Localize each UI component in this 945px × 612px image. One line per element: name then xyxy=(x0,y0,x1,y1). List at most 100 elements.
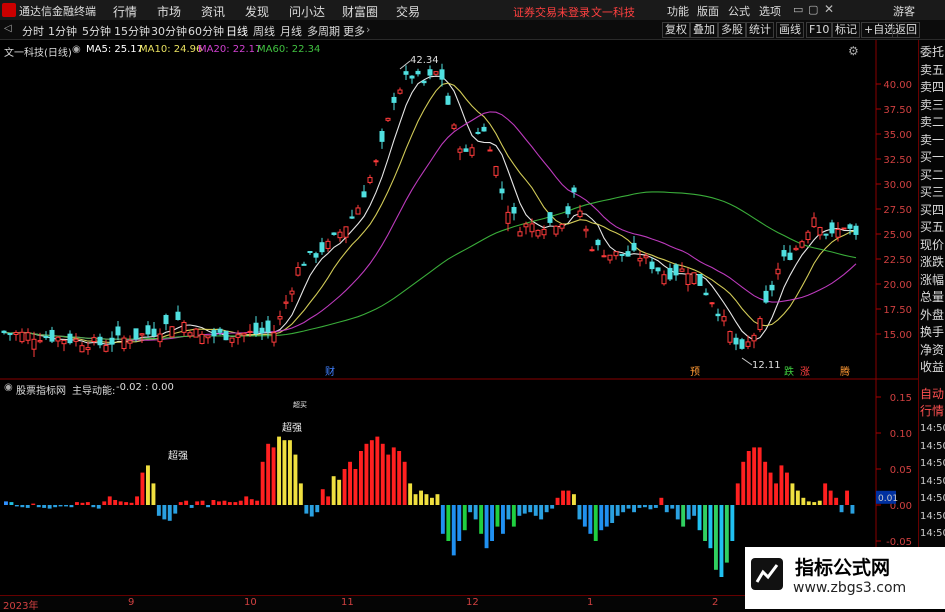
candle-body xyxy=(223,330,229,341)
restore-icon[interactable]: ▢ xyxy=(808,3,818,16)
momentum-bar xyxy=(369,440,374,505)
menu-function[interactable]: 功能 xyxy=(667,3,689,19)
candle-body xyxy=(451,124,457,129)
menu-quotes[interactable]: 行情 xyxy=(113,3,137,20)
menu-discover[interactable]: 发现 xyxy=(245,3,269,20)
stats-button[interactable]: 统计 xyxy=(746,22,774,38)
indicator-current-value: 0.01 xyxy=(878,494,898,504)
menu-formula[interactable]: 公式 xyxy=(728,3,750,19)
momentum-bar xyxy=(659,497,664,505)
back-button[interactable]: 返回 xyxy=(892,22,920,38)
sidebar-time: 14:50 xyxy=(920,458,945,469)
momentum-bar xyxy=(195,501,200,505)
menu-options[interactable]: 选项 xyxy=(759,3,781,19)
candle-body xyxy=(493,166,499,176)
momentum-bar xyxy=(572,494,576,505)
momentum-bar xyxy=(326,496,331,505)
indicator-dot-icon[interactable]: ◉ xyxy=(4,382,13,393)
period-intraday[interactable]: 分时 xyxy=(22,23,44,39)
candle-body xyxy=(739,339,745,349)
menu-trade[interactable]: 交易 xyxy=(396,3,420,20)
menu-news[interactable]: 资讯 xyxy=(201,3,225,20)
candle-body xyxy=(37,340,43,343)
candle-body xyxy=(571,187,577,193)
momentum-bar xyxy=(812,502,817,505)
menu-wealth[interactable]: 财富圈 xyxy=(342,3,378,20)
momentum-bar xyxy=(140,472,145,505)
candle-body xyxy=(631,242,637,251)
chevron-right-icon[interactable]: › xyxy=(366,23,370,36)
momentum-bar xyxy=(47,505,52,509)
period-60min[interactable]: 60分钟 xyxy=(188,23,224,39)
price-tick-label: 37.50 xyxy=(883,105,912,116)
momentum-bar xyxy=(430,497,434,505)
period-daily[interactable]: 日线 xyxy=(226,23,248,39)
f10-button[interactable]: F10 xyxy=(806,22,833,38)
signal-label: 超强 xyxy=(168,449,188,462)
candle-body xyxy=(367,177,373,183)
momentum-bar xyxy=(473,505,478,520)
momentum-bar xyxy=(25,505,30,508)
period-30min[interactable]: 30分钟 xyxy=(151,23,187,39)
candle-body xyxy=(841,227,847,230)
momentum-bar xyxy=(462,505,467,531)
momentum-bar xyxy=(391,447,396,505)
candle-body xyxy=(103,345,109,352)
indicator-name: 主导动能: xyxy=(72,386,116,397)
menu-ask[interactable]: 问小达 xyxy=(289,3,325,20)
adjust-button[interactable]: 复权 xyxy=(662,22,690,38)
candle-body xyxy=(595,239,601,246)
sidebar-field-label: 换手 xyxy=(920,325,945,339)
close-icon[interactable]: ✕ xyxy=(824,2,834,16)
candle-body xyxy=(829,222,835,234)
sidebar-tab[interactable]: 行情 xyxy=(920,403,945,419)
sidebar-tab[interactable]: 自动 xyxy=(920,386,945,402)
broker-notice[interactable]: 证券交易未登录 xyxy=(513,4,590,20)
time-label: 10 xyxy=(244,597,257,608)
momentum-bar xyxy=(271,447,276,505)
overlay-button[interactable]: 叠加 xyxy=(690,22,718,38)
candle-body xyxy=(31,338,37,350)
sidebar-field-label: 买四 xyxy=(920,202,945,217)
period-weekly[interactable]: 周线 xyxy=(253,23,275,39)
period-more[interactable]: 更多 xyxy=(343,23,365,39)
candle-body xyxy=(709,302,715,305)
momentum-bar xyxy=(249,499,254,505)
candle-body xyxy=(301,263,307,266)
period-monthly[interactable]: 月线 xyxy=(280,23,302,39)
candle-body xyxy=(319,242,325,253)
momentum-bar xyxy=(593,505,598,541)
momentum-bar xyxy=(255,500,260,505)
period-5min[interactable]: 5分钟 xyxy=(82,23,111,39)
stock-link[interactable]: 文一科技 xyxy=(591,4,635,20)
period-15min[interactable]: 15分钟 xyxy=(114,23,150,39)
menu-market[interactable]: 市场 xyxy=(157,3,181,20)
candle-body xyxy=(511,206,517,214)
candle-body xyxy=(403,71,409,75)
momentum-bar xyxy=(446,505,451,541)
multi-stock-button[interactable]: 多股 xyxy=(718,22,746,38)
candle-body xyxy=(745,341,751,347)
guest-label[interactable]: 游客 xyxy=(893,3,915,19)
sidebar-field-label: 买一 xyxy=(920,150,945,164)
momentum-bar xyxy=(359,451,363,505)
period-multi[interactable]: 多周期 xyxy=(307,23,340,39)
menu-layout[interactable]: 版面 xyxy=(697,3,719,19)
signal-label: 超强 xyxy=(282,421,302,434)
momentum-bar xyxy=(697,505,702,531)
candlestick-chart[interactable]: 40.00 37.50 35.00 32.50 30.00 27.50 25.00 22.50… xyxy=(0,40,918,380)
watermark-url: www.zbgs3.com xyxy=(793,580,907,596)
minimize-icon[interactable]: ▭ xyxy=(793,3,803,16)
low-pointer xyxy=(741,357,753,366)
candle-body xyxy=(481,126,487,132)
candle-body xyxy=(43,335,49,339)
draw-button[interactable]: 画线 xyxy=(776,22,804,38)
candle-body xyxy=(7,333,13,336)
period-1min[interactable]: 1分钟 xyxy=(48,23,77,39)
candle-body xyxy=(229,337,235,343)
mark-button[interactable]: 标记 xyxy=(832,22,860,38)
candle-body xyxy=(637,257,643,262)
momentum-bar xyxy=(741,461,746,505)
momentum-bar xyxy=(451,505,456,556)
toolbar-toggle-icon[interactable]: ◁ xyxy=(4,23,12,34)
